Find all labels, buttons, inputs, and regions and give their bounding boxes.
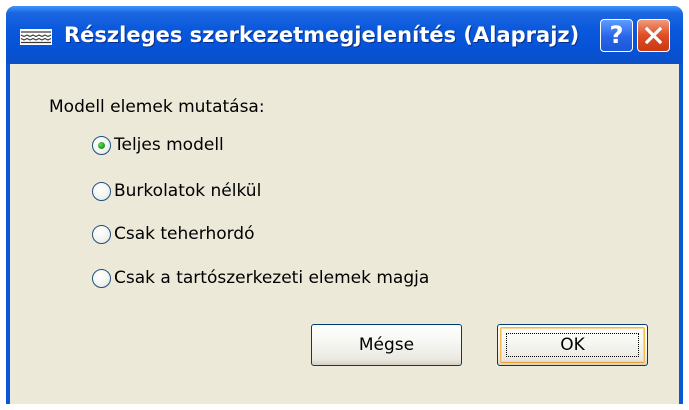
model-elements-label: Modell elemek mutatása: [49, 97, 265, 117]
radio-label[interactable]: Teljes modell [114, 135, 224, 155]
ok-button[interactable]: OK [497, 324, 648, 366]
radio-label[interactable]: Csak teherhordó [114, 224, 255, 244]
dialog-body: Modell elemek mutatása: Teljes modell Bu… [10, 64, 679, 404]
close-button[interactable] [637, 19, 670, 52]
help-button[interactable]: ? [600, 19, 633, 52]
help-icon: ? [609, 21, 624, 49]
radio-button[interactable] [92, 268, 111, 288]
dialog-title: Részleges szerkezetmegjelenítés (Alapraj… [64, 23, 580, 47]
wall-structure-icon [20, 29, 52, 45]
close-icon [645, 27, 662, 44]
radio-option-load-bearing-only[interactable]: Csak teherhordó [92, 223, 255, 245]
dialog-window: Részleges szerkezetmegjelenítés (Alapraj… [6, 6, 683, 404]
radio-option-full-model[interactable]: Teljes modell [92, 134, 224, 156]
radio-button[interactable] [92, 224, 111, 244]
cancel-button-label: Mégse [358, 335, 415, 355]
radio-option-without-finishes[interactable]: Burkolatok nélkül [92, 180, 261, 202]
title-bar[interactable]: Részleges szerkezetmegjelenítés (Alapraj… [6, 6, 683, 64]
radio-label[interactable]: Csak a tartószerkezeti elemek magja [114, 268, 429, 288]
radio-button-selected[interactable] [92, 135, 111, 155]
radio-option-core-only[interactable]: Csak a tartószerkezeti elemek magja [92, 267, 429, 289]
radio-button[interactable] [92, 181, 111, 201]
ok-button-label: OK [560, 335, 585, 355]
cancel-button[interactable]: Mégse [311, 324, 462, 366]
radio-label[interactable]: Burkolatok nélkül [114, 181, 261, 201]
